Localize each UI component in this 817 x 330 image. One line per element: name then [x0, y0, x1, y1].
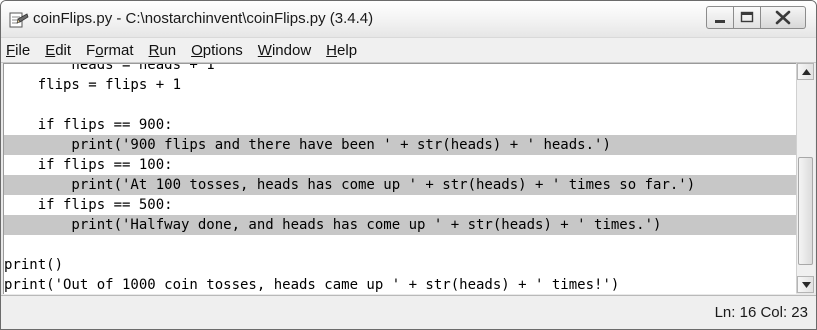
minimize-icon — [715, 20, 725, 23]
scroll-up-icon — [802, 69, 811, 75]
menu-window[interactable]: Window — [251, 42, 319, 59]
close-button[interactable] — [761, 6, 806, 29]
code-line: if flips == 500: — [4, 197, 173, 213]
code-line: print() — [4, 257, 64, 273]
menu-file[interactable]: File — [1, 42, 38, 59]
menu-help[interactable]: Help — [319, 42, 365, 59]
maximize-button[interactable] — [734, 6, 761, 29]
scrollbar-thumb[interactable] — [798, 157, 813, 265]
scroll-down-button[interactable] — [797, 276, 814, 293]
menu-run[interactable]: Run — [142, 42, 185, 59]
scroll-up-button[interactable] — [797, 63, 814, 80]
vertical-scrollbar[interactable] — [796, 63, 815, 293]
code-line: flips = flips + 1 — [4, 77, 182, 93]
highlighted-code-line: print('Halfway done, and heads has come … — [4, 215, 796, 235]
cursor-position: Ln: 16 Col: 23 — [714, 304, 808, 321]
idle-editor-window: coinFlips.py - C:\nostarchinvent\coinFli… — [0, 0, 817, 330]
code-line: if flips == 900: — [4, 117, 173, 133]
close-icon — [775, 10, 791, 25]
python-idle-icon — [9, 12, 29, 28]
code-line: if flips == 100: — [4, 157, 173, 173]
status-bar: Ln: 16 Col: 23 — [1, 295, 816, 329]
code-line: heads = heads + 1 — [4, 63, 215, 73]
maximize-icon — [740, 11, 754, 23]
highlighted-code-line: print('At 100 tosses, heads has come up … — [4, 175, 796, 195]
menu-format[interactable]: Format — [79, 42, 142, 59]
minimize-button[interactable] — [706, 6, 734, 29]
menu-edit[interactable]: Edit — [38, 42, 79, 59]
scroll-down-icon — [802, 282, 811, 288]
code-editor[interactable]: heads = heads + 1 flips = flips + 1 if f… — [3, 63, 796, 294]
window-title: coinFlips.py - C:\nostarchinvent\coinFli… — [33, 10, 374, 27]
highlighted-code-line: print('900 flips and there have been ' +… — [4, 135, 796, 155]
menu-bar: File Edit Format Run Options Window Help — [1, 37, 816, 63]
window-controls — [706, 6, 806, 29]
code-line: print('Out of 1000 coin tosses, heads ca… — [4, 277, 620, 293]
menu-options[interactable]: Options — [184, 42, 251, 59]
title-bar[interactable]: coinFlips.py - C:\nostarchinvent\coinFli… — [1, 1, 816, 37]
